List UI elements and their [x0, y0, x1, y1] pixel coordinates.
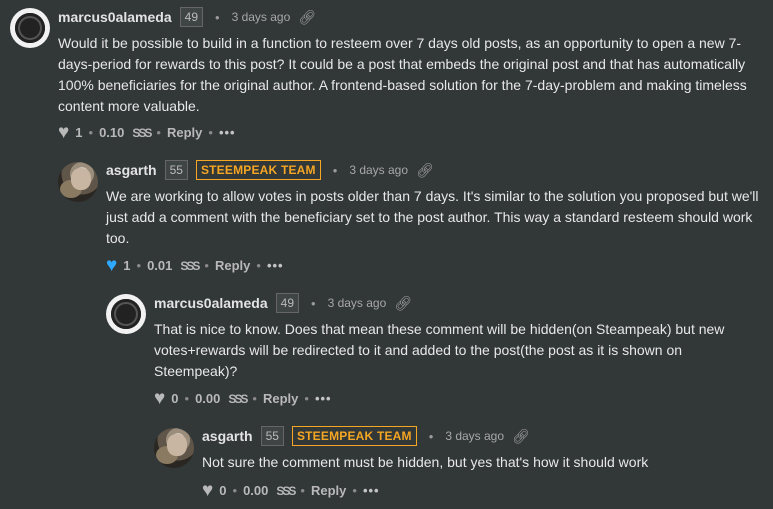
team-badge: STEEMPEAK TEAM: [195, 160, 321, 180]
heart-icon[interactable]: ♥: [154, 389, 165, 408]
heart-icon[interactable]: ♥: [202, 481, 213, 500]
reputation-badge: 49: [179, 7, 203, 27]
separator-dot: •: [215, 9, 220, 25]
more-icon[interactable]: •••: [315, 391, 332, 406]
timestamp[interactable]: 3 days ago: [349, 163, 408, 177]
heart-icon[interactable]: ♥: [106, 256, 117, 275]
reputation-badge: 55: [164, 160, 188, 180]
avatar[interactable]: [10, 8, 50, 48]
link-icon[interactable]: 🔗︎: [394, 295, 412, 312]
separator-dot: •: [184, 391, 190, 406]
steem-icon: SSS: [132, 125, 152, 140]
vote-count[interactable]: 0: [171, 391, 178, 406]
timestamp[interactable]: 3 days ago: [328, 296, 387, 310]
comment-header: marcus0alameda 49 • 3 days ago 🔗︎: [58, 7, 316, 27]
link-icon[interactable]: 🔗︎: [512, 428, 530, 445]
comment-actions: ♥ 1 • 0.10 SSS • Reply • •••: [58, 123, 236, 142]
reply-button[interactable]: Reply: [311, 483, 346, 498]
comment-body: Would it be possible to build in a funct…: [58, 35, 747, 114]
steem-icon: SSS: [276, 483, 296, 498]
steem-icon: SSS: [180, 258, 200, 273]
payout-value[interactable]: 0.00: [243, 483, 268, 498]
steem-icon: SSS: [228, 391, 248, 406]
separator-dot: •: [256, 258, 261, 273]
separator-dot: •: [252, 391, 257, 406]
comment-actions: ♥ 1 • 0.01 SSS • Reply • •••: [106, 256, 284, 275]
link-icon[interactable]: 🔗︎: [298, 9, 316, 26]
reputation-badge: 49: [275, 293, 299, 313]
separator-dot: •: [156, 125, 161, 140]
comment-actions: ♥ 0 • 0.00 SSS • Reply • •••: [202, 481, 380, 500]
author-link[interactable]: marcus0alameda: [154, 295, 268, 311]
reply-button[interactable]: Reply: [215, 258, 250, 273]
vote-count[interactable]: 0: [219, 483, 226, 498]
team-badge: STEEMPEAK TEAM: [291, 426, 417, 446]
separator-dot: •: [136, 258, 142, 273]
separator-dot: •: [352, 483, 357, 498]
separator-dot: •: [208, 125, 213, 140]
comment-header: marcus0alameda 49 • 3 days ago 🔗︎: [154, 293, 412, 313]
comment-body: That is nice to know. Does that mean the…: [154, 321, 725, 379]
comment-body: Not sure the comment must be hidden, but…: [202, 454, 649, 470]
comment-body: We are working to allow votes in posts o…: [106, 188, 759, 246]
separator-dot: •: [204, 258, 209, 273]
more-icon[interactable]: •••: [267, 258, 284, 273]
avatar[interactable]: [106, 294, 146, 334]
separator-dot: •: [332, 162, 338, 178]
payout-value[interactable]: 0.01: [147, 258, 172, 273]
payout-value[interactable]: 0.00: [195, 391, 220, 406]
payout-value[interactable]: 0.10: [99, 125, 124, 140]
more-icon[interactable]: •••: [219, 125, 236, 140]
comment-header: asgarth 55 STEEMPEAK TEAM • 3 days ago 🔗…: [202, 426, 530, 446]
timestamp[interactable]: 3 days ago: [445, 429, 504, 443]
separator-dot: •: [304, 391, 309, 406]
author-link[interactable]: marcus0alameda: [58, 9, 172, 25]
author-link[interactable]: asgarth: [202, 428, 253, 444]
separator-dot: •: [311, 295, 316, 311]
reputation-badge: 55: [260, 426, 284, 446]
separator-dot: •: [300, 483, 305, 498]
separator-dot: •: [232, 483, 238, 498]
avatar[interactable]: [154, 428, 194, 468]
timestamp[interactable]: 3 days ago: [232, 10, 291, 24]
comment-header: asgarth 55 STEEMPEAK TEAM • 3 days ago 🔗…: [106, 160, 434, 180]
avatar[interactable]: [58, 162, 98, 202]
author-link[interactable]: asgarth: [106, 162, 157, 178]
separator-dot: •: [428, 428, 434, 444]
heart-icon[interactable]: ♥: [58, 123, 69, 142]
vote-count[interactable]: 1: [123, 258, 130, 273]
reply-button[interactable]: Reply: [167, 125, 202, 140]
link-icon[interactable]: 🔗︎: [416, 162, 434, 179]
separator-dot: •: [88, 125, 94, 140]
vote-count[interactable]: 1: [75, 125, 82, 140]
more-icon[interactable]: •••: [363, 483, 380, 498]
comment-actions: ♥ 0 • 0.00 SSS • Reply • •••: [154, 389, 332, 408]
reply-button[interactable]: Reply: [263, 391, 298, 406]
